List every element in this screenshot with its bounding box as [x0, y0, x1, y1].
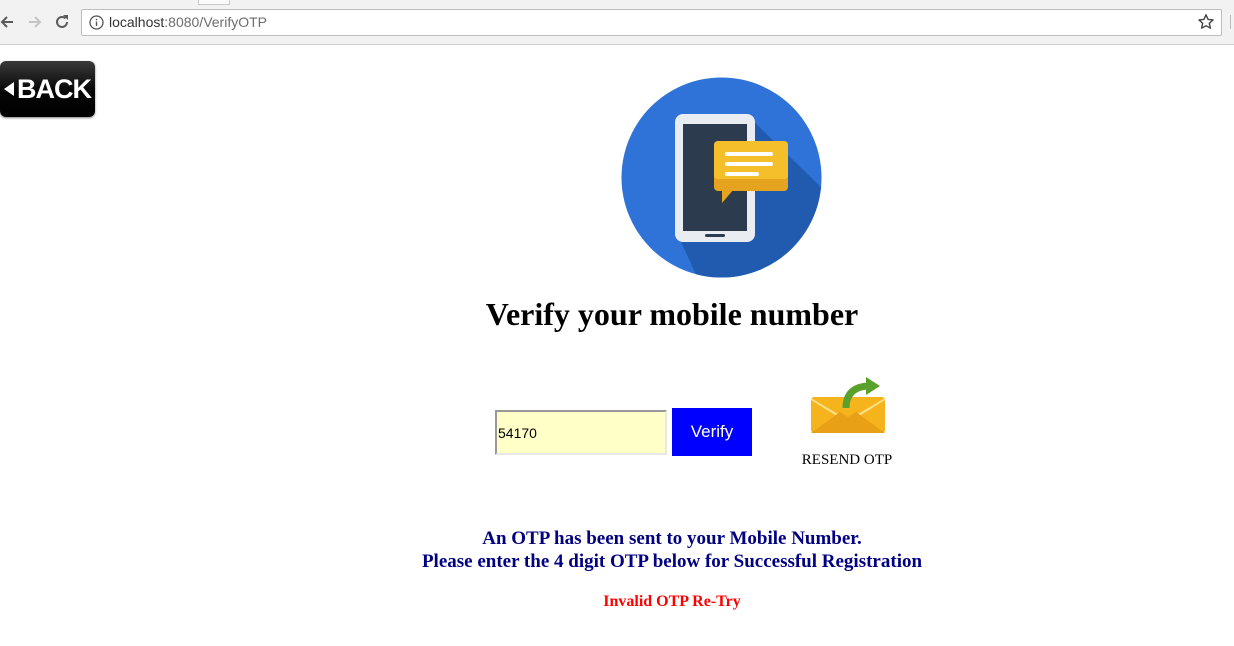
- phone-message-illustration: [621, 77, 822, 278]
- resend-otp-label: RESEND OTP: [801, 452, 893, 468]
- back-triangle-icon: [4, 82, 14, 96]
- reload-icon[interactable]: [51, 11, 73, 33]
- address-bar[interactable]: localhost:8080/VerifyOTP: [81, 9, 1222, 36]
- otp-input[interactable]: [495, 410, 667, 455]
- url-host: localhost: [109, 14, 165, 30]
- url-path: :8080/VerifyOTP: [164, 14, 267, 30]
- forward-arrow-icon[interactable]: [24, 11, 46, 33]
- url-text: localhost:8080/VerifyOTP: [109, 14, 267, 30]
- resend-otp-button[interactable]: RESEND OTP: [790, 376, 904, 476]
- browser-toolbar: localhost:8080/VerifyOTP: [0, 0, 1234, 45]
- menu-edge: [1230, 15, 1234, 29]
- bookmark-star-icon[interactable]: [1197, 13, 1215, 31]
- otp-sent-message: An OTP has been sent to your Mobile Numb…: [482, 528, 862, 549]
- tab-edge: [198, 0, 230, 5]
- envelope-icon: [811, 377, 885, 433]
- info-icon[interactable]: [89, 15, 104, 30]
- back-arrow-icon[interactable]: [0, 11, 18, 33]
- page-title: Verify your mobile number: [485, 296, 859, 332]
- back-button-label: BACK: [17, 73, 92, 104]
- otp-instruction-message: Please enter the 4 digit OTP below for S…: [421, 551, 923, 572]
- back-button[interactable]: BACK: [0, 61, 95, 117]
- error-message: Invalid OTP Re-Try: [603, 593, 741, 610]
- verify-button[interactable]: Verify: [672, 408, 752, 456]
